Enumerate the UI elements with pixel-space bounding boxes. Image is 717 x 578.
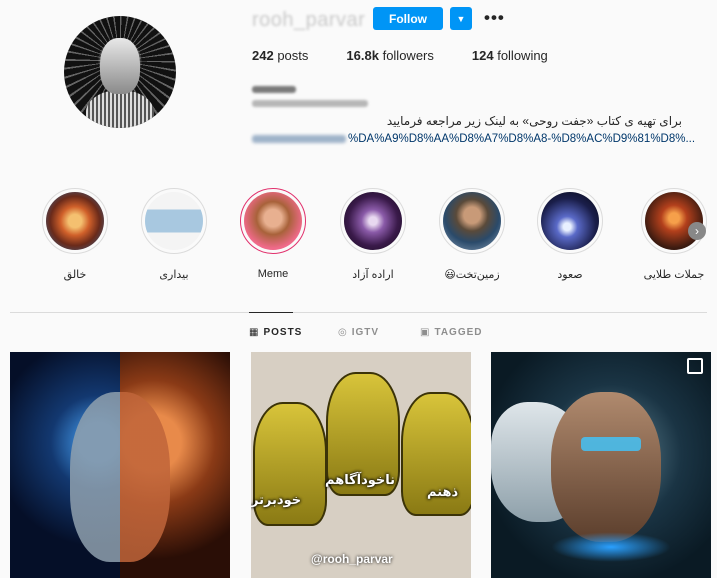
post-overlay-text: ذهنم [427,484,459,499]
tab-tagged[interactable]: ▣ TAGGED [420,327,483,338]
bio-link-text: %DA%A9%D8%AA%D8%A7%D8%A8-%D8%AC%D9%81%D8… [348,133,696,145]
highlight-cover [145,192,203,250]
chevron-right-icon: › [695,224,699,238]
bio-link-blurred [252,134,346,143]
highlight-label: خالق [63,269,87,281]
highlight-cover [46,192,104,250]
post-image-facepaint [581,437,641,451]
profile-bio: برای تهیه ی کتاب «جفت روحی» به لینک زیر … [386,114,682,128]
tab-posts-label: POSTS [263,327,303,338]
highlight-item[interactable]: بیداری [134,188,214,281]
chevron-down-icon: ▼ [456,13,466,24]
profile-username: rooh_parvar [252,9,366,31]
highlights-next-button[interactable]: › [688,222,706,240]
tab-igtv-label: IGTV [351,327,380,338]
tabs-divider [10,312,707,313]
profile-category-blurred [252,100,368,107]
tab-tagged-label: TAGGED [434,327,483,338]
post-watermark-handle: @rooh_parvar [311,552,393,566]
post-image-woman [551,392,661,542]
more-options-button[interactable]: ••• [484,8,505,28]
following-count-label: following [497,48,548,63]
highlight-cover [344,192,402,250]
highlight-label: جملات طلایی [643,269,705,281]
post-thumbnail[interactable] [10,352,230,578]
highlight-cover [541,192,599,250]
highlight-item[interactable]: 😃زمین‌تخت [432,188,512,281]
grid-icon: ▦ [249,327,260,338]
avatar-face [100,38,140,94]
posts-count-value: 242 [252,48,274,63]
tab-posts[interactable]: ▦ POSTS [249,327,302,338]
highlight-cover [645,192,703,250]
igtv-icon: ◎ [338,327,348,338]
followers-count-label: followers [382,48,434,63]
profile-bio-link[interactable]: %DA%A9%D8%AA%D8%A7%D8%A8-%D8%AC%D9%81%D8… [252,133,695,145]
following-count-value: 124 [471,48,494,63]
highlight-label: اراده آزاد [352,269,394,281]
profile-avatar[interactable] [64,16,176,128]
highlight-cover [443,192,501,250]
posts-count-label: posts [277,48,309,63]
avatar-shoulders [86,90,154,128]
highlight-item[interactable]: Meme [233,188,313,280]
post-overlay-text: ناخودآگاهم [325,472,396,487]
post-image-glow [551,532,671,562]
highlight-item[interactable]: صعود [530,188,610,281]
highlight-item[interactable]: خالق [35,188,115,281]
highlight-label: صعود [557,269,583,281]
profile-fullname-blurred [252,86,296,93]
tagged-icon: ▣ [420,327,431,338]
highlight-item[interactable]: اراده آزاد [333,188,413,281]
carousel-icon [687,358,703,374]
highlight-label: بیداری [159,269,189,281]
post-image-face [70,392,170,562]
posts-count: 242 posts [252,48,308,63]
post-thumbnail[interactable]: ناخودآگاهم خودبرتر ذهنم @rooh_parvar [251,352,471,578]
post-thumbnail[interactable] [491,352,711,578]
followers-count[interactable]: 16.8k followers [346,48,433,63]
following-count[interactable]: 124 following [472,48,548,63]
tab-igtv[interactable]: ◎ IGTV [338,327,379,338]
highlight-cover [244,192,302,250]
post-overlay-text: خودبرتر [251,492,302,507]
followers-count-value: 16.8k [346,48,379,63]
highlight-label: 😃زمین‌تخت [444,269,500,281]
suggested-dropdown-button[interactable]: ▼ [450,7,472,30]
active-tab-indicator [249,312,293,313]
follow-button[interactable]: Follow [373,7,443,30]
profile-stats: 242 posts 16.8k followers 124 following [252,48,586,63]
highlight-label: Meme [257,268,289,280]
